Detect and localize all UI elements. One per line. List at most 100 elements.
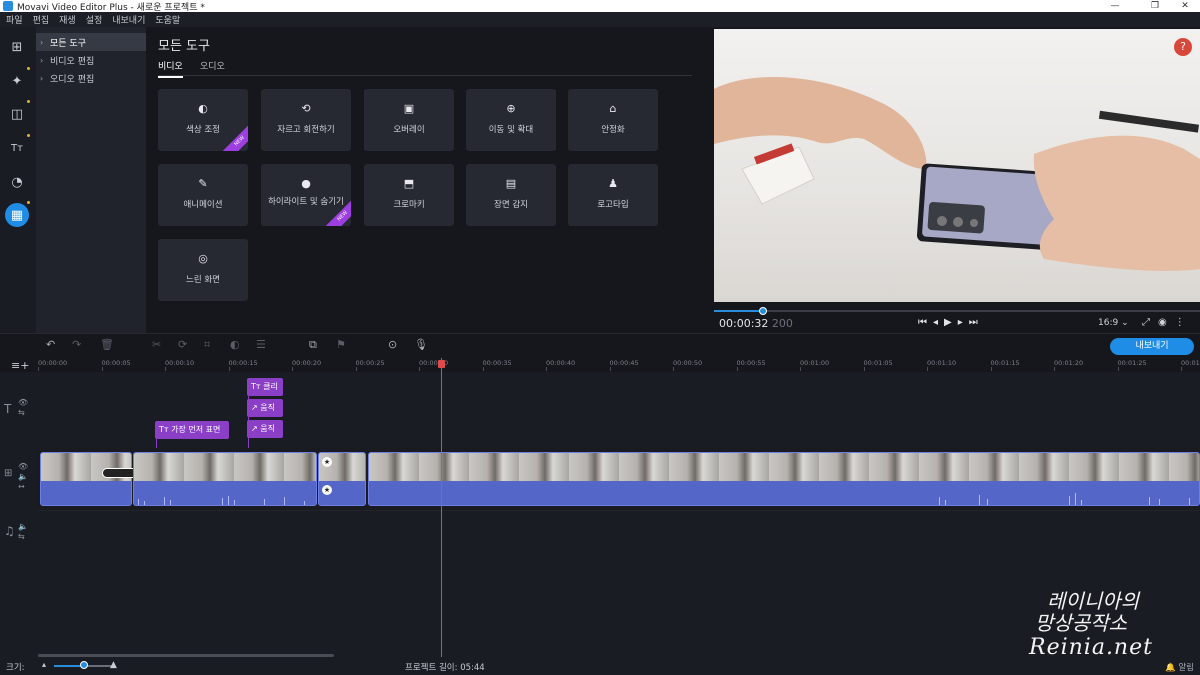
snapshot-icon[interactable]: ◉ (1158, 317, 1175, 328)
tool-crop-rotate[interactable]: ⟲ 자르고 회전하기 (261, 89, 351, 151)
tool-chroma-key[interactable]: ⬒ 크로마키 (364, 164, 454, 226)
step-back-icon[interactable]: ◂ (933, 317, 944, 328)
tool-label: 느린 화면 (186, 275, 220, 285)
location-icon[interactable]: ⊙ (388, 338, 397, 351)
microphone-icon[interactable]: 🎙 (414, 338, 428, 351)
chevron-right-icon: › (40, 73, 44, 83)
import-icon[interactable]: ⊞ (5, 35, 29, 59)
link-icon[interactable]: ⇆ (18, 408, 25, 417)
playhead[interactable] (438, 358, 445, 658)
play-icon[interactable]: ▶ (944, 317, 958, 328)
tool-stabilize[interactable]: ⌂ 안정화 (568, 89, 658, 151)
visibility-icon[interactable]: 👁 (18, 398, 28, 407)
scrubber-progress (714, 310, 763, 312)
tree-item-all-tools[interactable]: › 모든 도구 (36, 33, 146, 51)
video-clip[interactable]: ★ ★ (318, 452, 366, 506)
visibility-icon[interactable]: 👁 (18, 462, 28, 471)
pan-zoom-icon: ⊕ (506, 102, 516, 115)
tool-animation[interactable]: ✎ 애니메이션 (158, 164, 248, 226)
step-forward-icon[interactable]: ▸ (958, 317, 969, 328)
minimize-button[interactable]: — (1100, 0, 1130, 12)
redo-icon[interactable]: ↷ (72, 338, 81, 351)
marker-icon[interactable]: ⚑ (336, 338, 346, 351)
menu-edit[interactable]: 편집 (33, 13, 50, 26)
scrubber-handle[interactable] (758, 307, 767, 315)
undo-icon[interactable]: ↶ (46, 338, 55, 351)
rail-notification-dot (27, 134, 30, 137)
rail-notification-dot (27, 100, 30, 103)
skip-end-icon[interactable]: ⏭ (969, 317, 984, 328)
clip-waveform (369, 481, 1199, 505)
stabilize-icon: ⌂ (609, 102, 617, 115)
motion-clip[interactable]: ↗ 움직 (247, 420, 283, 438)
title-bar: Movavi Video Editor Plus - 새로운 프로젝트 * — … (0, 0, 1200, 13)
tab-video[interactable]: 비디오 (158, 59, 183, 78)
tool-pan-zoom[interactable]: ⊕ 이동 및 확대 (466, 89, 556, 151)
tool-scene-detect[interactable]: ▤ 장면 감지 (466, 164, 556, 226)
sticker-icon[interactable]: ◔ (5, 170, 29, 194)
menu-bar: 파일 편집 재생 설정 내보내기 도움말 (0, 12, 1200, 27)
ruler-tick-label: 00:01:05 (863, 359, 893, 367)
menu-playback[interactable]: 재생 (59, 13, 76, 26)
ruler-tick-label: 00:01:15 (990, 359, 1020, 367)
transition-icon[interactable]: ◫ (5, 102, 29, 126)
zoom-in-icon[interactable]: ▲ (110, 660, 117, 670)
tab-audio[interactable]: 오디오 (200, 59, 225, 76)
menu-export[interactable]: 내보내기 (112, 13, 145, 26)
video-clip[interactable] (368, 452, 1200, 506)
aspect-ratio-select[interactable]: 16:9 ⌄ (1098, 318, 1129, 328)
video-clip[interactable] (40, 452, 132, 506)
fullscreen-icon[interactable]: ⤢ (1142, 317, 1158, 328)
overlay-mode-icon[interactable]: ⧉ (309, 338, 317, 352)
magic-wand-icon[interactable]: ✦ (5, 69, 29, 93)
crop-icon[interactable]: ⌗ (204, 338, 210, 352)
zoom-out-icon[interactable]: ▴ (42, 660, 46, 669)
link-icon[interactable]: ⇆ (18, 532, 25, 541)
tree-item-audio-editing[interactable]: › 오디오 편집 (36, 69, 146, 87)
tool-slow-motion[interactable]: ◎ 느린 화면 (158, 239, 248, 301)
tree-item-video-editing[interactable]: › 비디오 편집 (36, 51, 146, 69)
title-clip[interactable]: Tт 클리 (247, 378, 283, 396)
tool-logotype[interactable]: ♟ 로고타입 (568, 164, 658, 226)
close-button[interactable]: ✕ (1170, 0, 1200, 12)
help-button[interactable]: ? (1174, 38, 1192, 56)
maximize-button[interactable]: ❐ (1140, 0, 1170, 12)
motion-clip[interactable]: ↗ 움직 (247, 399, 283, 417)
mute-icon[interactable]: 🔈 (18, 472, 28, 481)
cut-icon[interactable]: ✂ (152, 338, 161, 351)
timeline: ↶ ↷ 🗑 ✂ ⟳ ⌗ ◐ ☰ ⧉ ⚑ ⊙ 🎙 내보내기 ≡+ 00:00:00… (0, 333, 1200, 658)
ruler-tick-label: 00:00:55 (736, 359, 766, 367)
tools-panel: 모든 도구 비디오 오디오 ◐ 색상 조정 NEW ⟲ 자르고 회전하기 ▣ 오… (146, 27, 712, 333)
ruler-tick (1181, 367, 1182, 371)
more-options-icon[interactable]: ⋮ (1175, 317, 1193, 328)
logotype-icon: ♟ (608, 177, 618, 190)
delete-icon[interactable]: 🗑 (100, 338, 114, 351)
titles-icon[interactable]: Tт (5, 136, 29, 160)
clip-properties-icon[interactable]: ☰ (256, 338, 266, 351)
menu-file[interactable]: 파일 (6, 13, 23, 26)
tool-overlay[interactable]: ▣ 오버레이 (364, 89, 454, 151)
color-icon[interactable]: ◐ (230, 338, 240, 351)
ruler-tick-label: 00:01:00 (800, 359, 830, 367)
playhead-handle[interactable] (438, 360, 445, 368)
ruler-tick-label: 00:00:35 (482, 359, 512, 367)
add-track-icon[interactable]: ≡+ (11, 359, 29, 372)
link-icon[interactable]: ↔ (18, 482, 25, 491)
menu-help[interactable]: 도움말 (155, 13, 180, 26)
tool-highlight-hide[interactable]: ● 하이라이트 및 숨기기 NEW (261, 164, 351, 226)
rotate-icon[interactable]: ⟳ (178, 338, 187, 351)
ruler-tick-label: 00:01:25 (1117, 359, 1147, 367)
more-tools-icon[interactable]: ▦ (5, 203, 29, 227)
tool-color-adjust[interactable]: ◐ 색상 조정 NEW (158, 89, 248, 151)
video-frame-image (714, 77, 1200, 271)
zoom-slider-handle[interactable] (80, 661, 88, 669)
transport-controls: ⏮◂▶▸⏭ (918, 317, 984, 328)
menu-settings[interactable]: 설정 (86, 13, 103, 26)
video-clip[interactable] (133, 452, 317, 506)
preview-scrubber[interactable] (714, 307, 1200, 315)
export-button[interactable]: 내보내기 (1110, 338, 1194, 355)
skip-start-icon[interactable]: ⏮ (918, 317, 933, 328)
mute-icon[interactable]: 🔈 (18, 522, 28, 531)
time-ruler[interactable]: 00:00:00 00:00:05 00:00:10 00:00:15 00:00:20… (38, 358, 1200, 372)
title-clip[interactable]: Tт 가장 먼저 표면 (155, 421, 229, 439)
